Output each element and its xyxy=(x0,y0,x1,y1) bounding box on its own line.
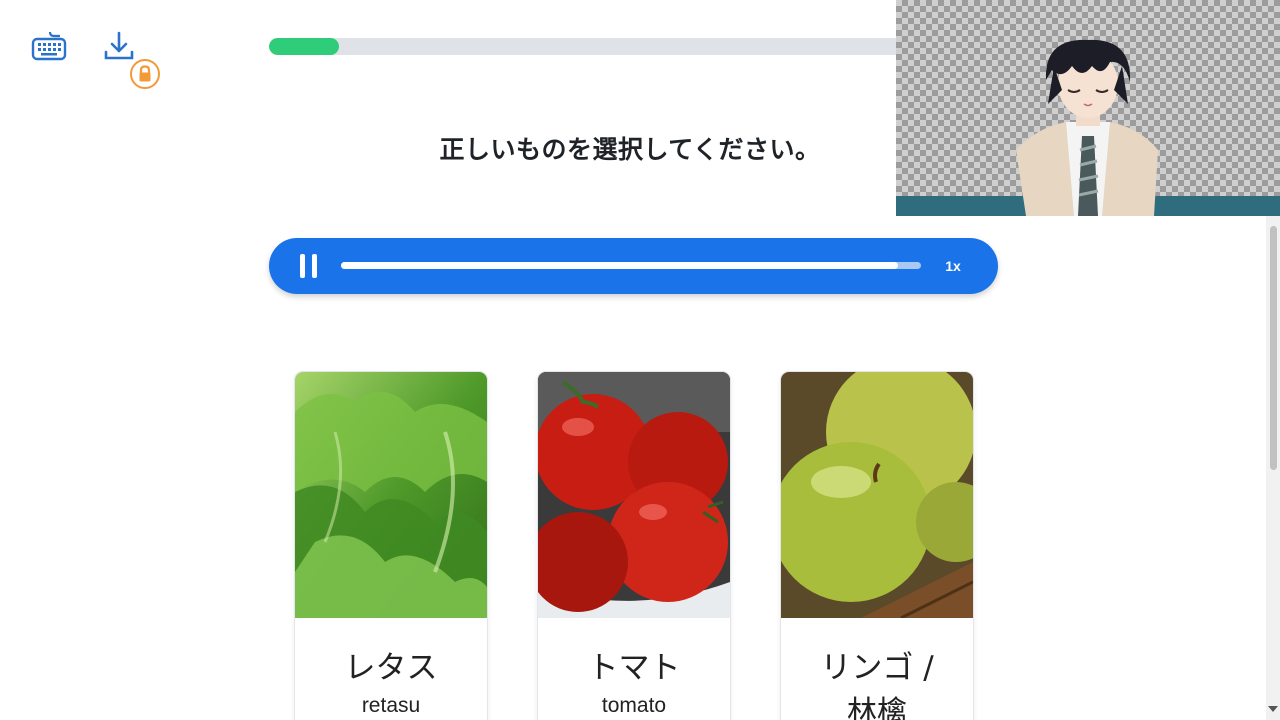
choice-label-line2: 林檎 xyxy=(847,695,907,720)
pause-icon-bar xyxy=(312,254,317,278)
lesson-progress-fill xyxy=(269,38,340,55)
keyboard-icon xyxy=(31,31,67,61)
choice-label: レタス xyxy=(344,650,438,686)
vtuber-avatar xyxy=(1016,39,1158,216)
scrollbar-thumb[interactable] xyxy=(1270,226,1277,470)
webcam-overlay xyxy=(896,0,1280,216)
pause-button[interactable] xyxy=(300,254,320,278)
choice-label: リンゴ / xyxy=(820,650,934,686)
choice-romaji: tomato xyxy=(601,694,667,717)
green-apples-image xyxy=(781,372,973,618)
choice-card-tomato[interactable]: トマト tomato xyxy=(538,372,730,720)
choice-card-lettuce[interactable]: レタス retasu xyxy=(295,372,487,720)
lesson-progress-bar xyxy=(269,38,909,55)
lock-icon xyxy=(139,65,151,82)
choice-label: トマト xyxy=(587,650,681,686)
question-prompt: 正しいものを選択してください。 xyxy=(439,135,821,164)
playback-speed-button[interactable]: 1x xyxy=(938,256,968,276)
lettuce-image xyxy=(295,372,487,618)
audio-seek-fill xyxy=(341,262,898,269)
choice-romaji: retasu xyxy=(361,694,421,717)
keyboard-button[interactable] xyxy=(30,30,70,64)
choice-card-apple[interactable]: リンゴ / 林檎 xyxy=(781,372,973,720)
lock-badge xyxy=(130,59,160,89)
audio-seek-bar[interactable] xyxy=(341,262,921,269)
pause-icon xyxy=(300,254,305,278)
scroll-down-arrow-icon[interactable] xyxy=(1268,706,1278,712)
tomatoes-image xyxy=(538,372,730,618)
